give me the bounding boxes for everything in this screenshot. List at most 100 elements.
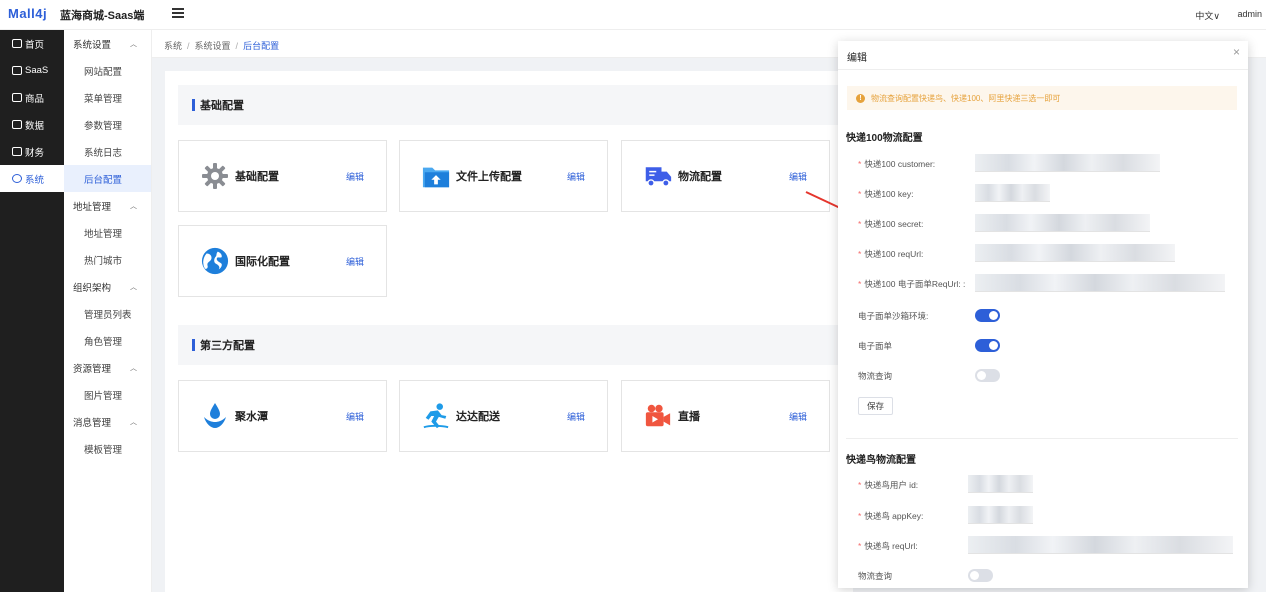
water-drop-icon	[201, 402, 229, 430]
config-card-logistics[interactable]: 物流配置 编辑	[621, 140, 830, 212]
kdniao-requrl-input[interactable]	[968, 536, 1233, 554]
kdniao-userid-input[interactable]	[968, 475, 1033, 493]
config-card-jushuitan[interactable]: 聚水潭 编辑	[178, 380, 387, 452]
form-row: * 快递100 customer:	[838, 152, 1248, 176]
field-label: 物流查询	[858, 371, 893, 381]
sidebar-item-templates[interactable]: 模板管理	[64, 435, 151, 462]
form-row: 物流查询	[838, 364, 1248, 388]
settings-icon	[12, 174, 22, 183]
rail-label: 数据	[25, 120, 45, 132]
document-icon	[12, 147, 22, 156]
sandbox-toggle[interactable]	[975, 309, 1000, 322]
edit-link[interactable]: 编辑	[346, 255, 364, 268]
save-button[interactable]: 保存	[858, 397, 893, 415]
chevron-up-icon: ︿	[130, 40, 137, 48]
top-bar: Mall4j 蓝海商城-Saas端 中文∨ admin	[0, 0, 1266, 30]
sidebar-item-backend-config[interactable]: 后台配置	[64, 165, 151, 192]
form-row: * 快递100 电子面单ReqUrl: :	[838, 272, 1248, 296]
card-title: 文件上传配置	[456, 171, 522, 183]
warning-icon: !	[856, 93, 865, 103]
sidebar-group-system-settings[interactable]: 系统设置 ︿	[64, 30, 151, 57]
edit-link[interactable]: 编辑	[789, 170, 807, 183]
field-label: 物流查询	[858, 571, 893, 581]
section-title: 第三方配置	[200, 340, 255, 352]
app-name: 蓝海商城-Saas端	[60, 10, 145, 22]
sidebar-item-logs[interactable]: 系统日志	[64, 138, 151, 165]
breadcrumb-current: 后台配置	[243, 41, 280, 51]
form-row: * 快递鸟 appKey:	[838, 504, 1248, 528]
sidebar-item-address[interactable]: 地址管理	[64, 219, 151, 246]
config-card-upload[interactable]: 文件上传配置 编辑	[399, 140, 608, 212]
chevron-up-icon: ︿	[130, 364, 137, 372]
form-row: * 快递100 secret:	[838, 212, 1248, 236]
rail-item-finance[interactable]: 财务	[0, 138, 64, 165]
field-label: 快递100 reqUrl:	[864, 249, 924, 259]
edit-link[interactable]: 编辑	[567, 170, 585, 183]
section-title: 基础配置	[200, 100, 244, 112]
logistics-query-toggle[interactable]	[975, 369, 1000, 382]
group-label: 消息管理	[73, 417, 112, 429]
kuaidi100-secret-input[interactable]	[975, 214, 1150, 232]
breadcrumb-item[interactable]: 系统设置	[195, 41, 231, 51]
sidebar-item-images[interactable]: 图片管理	[64, 381, 151, 408]
sidebar-group-messages[interactable]: 消息管理 ︿	[64, 408, 151, 435]
field-label: 快递100 电子面单ReqUrl: :	[864, 279, 966, 289]
breadcrumb-item[interactable]: 系统	[164, 41, 182, 51]
edit-link[interactable]: 编辑	[567, 410, 585, 423]
kuaidi100-eorder-url-input[interactable]	[975, 274, 1225, 292]
config-card-i18n[interactable]: 国际化配置 编辑	[178, 225, 387, 297]
rail-label: SaaS	[25, 65, 49, 76]
kdniao-section-title: 快递鸟物流配置	[846, 455, 916, 466]
rail-item-goods[interactable]: 商品	[0, 84, 64, 111]
chart-icon	[12, 120, 22, 129]
sidebar-item-params[interactable]: 参数管理	[64, 111, 151, 138]
video-camera-icon	[644, 402, 672, 430]
sidebar-item-menu[interactable]: 菜单管理	[64, 84, 151, 111]
truck-icon	[644, 162, 672, 190]
kdniao-appkey-input[interactable]	[968, 506, 1033, 524]
runner-icon	[422, 402, 450, 430]
field-label: 快递鸟 reqUrl:	[864, 541, 918, 551]
sidebar-group-resources[interactable]: 资源管理 ︿	[64, 354, 151, 381]
field-label: 快递鸟 appKey:	[864, 511, 924, 521]
rail-item-data[interactable]: 数据	[0, 111, 64, 138]
user-menu[interactable]: admin	[1237, 9, 1262, 19]
sidebar-group-org[interactable]: 组织架构 ︿	[64, 273, 151, 300]
rail-label: 财务	[25, 147, 45, 159]
sidebar-group-address[interactable]: 地址管理 ︿	[64, 192, 151, 219]
card-title: 聚水潭	[235, 411, 268, 423]
chevron-up-icon: ︿	[130, 202, 137, 210]
close-icon[interactable]: ×	[1233, 45, 1240, 59]
group-label: 地址管理	[73, 201, 112, 213]
eorder-toggle[interactable]	[975, 339, 1000, 352]
sidebar-item-roles[interactable]: 角色管理	[64, 327, 151, 354]
edit-link[interactable]: 编辑	[346, 170, 364, 183]
kuaidi100-key-input[interactable]	[975, 184, 1050, 202]
field-label: 快递100 secret:	[864, 219, 924, 229]
section-header-basic: 基础配置	[178, 85, 843, 125]
group-label: 组织架构	[73, 282, 112, 294]
language-switch[interactable]: 中文∨	[1195, 9, 1220, 22]
field-label: 电子面单沙箱环境:	[858, 311, 929, 321]
config-card-dada[interactable]: 达达配送 编辑	[399, 380, 608, 452]
logo[interactable]: Mall4j	[8, 6, 47, 21]
card-title: 基础配置	[235, 171, 279, 183]
rail-item-home[interactable]: 首页	[0, 30, 64, 57]
gear-icon	[201, 162, 229, 190]
config-card-basic[interactable]: 基础配置 编辑	[178, 140, 387, 212]
kuaidi100-customer-input[interactable]	[975, 154, 1160, 172]
sidebar-item-site-config[interactable]: 网站配置	[64, 57, 151, 84]
field-label: 快递100 customer:	[864, 159, 936, 169]
kuaidi100-requrl-input[interactable]	[975, 244, 1175, 262]
config-card-live[interactable]: 直播 编辑	[621, 380, 830, 452]
edit-link[interactable]: 编辑	[789, 410, 807, 423]
bag-icon	[12, 93, 22, 102]
kdniao-logistics-query-toggle[interactable]	[968, 569, 993, 582]
rail-item-system[interactable]: 系统	[0, 165, 64, 192]
sidebar-item-admin-list[interactable]: 管理员列表	[64, 300, 151, 327]
edit-link[interactable]: 编辑	[346, 410, 364, 423]
rail-item-saas[interactable]: SaaS	[0, 57, 64, 84]
upload-folder-icon	[422, 162, 450, 190]
sidebar-item-hot-city[interactable]: 热门城市	[64, 246, 151, 273]
menu-toggle-icon[interactable]	[172, 8, 184, 18]
